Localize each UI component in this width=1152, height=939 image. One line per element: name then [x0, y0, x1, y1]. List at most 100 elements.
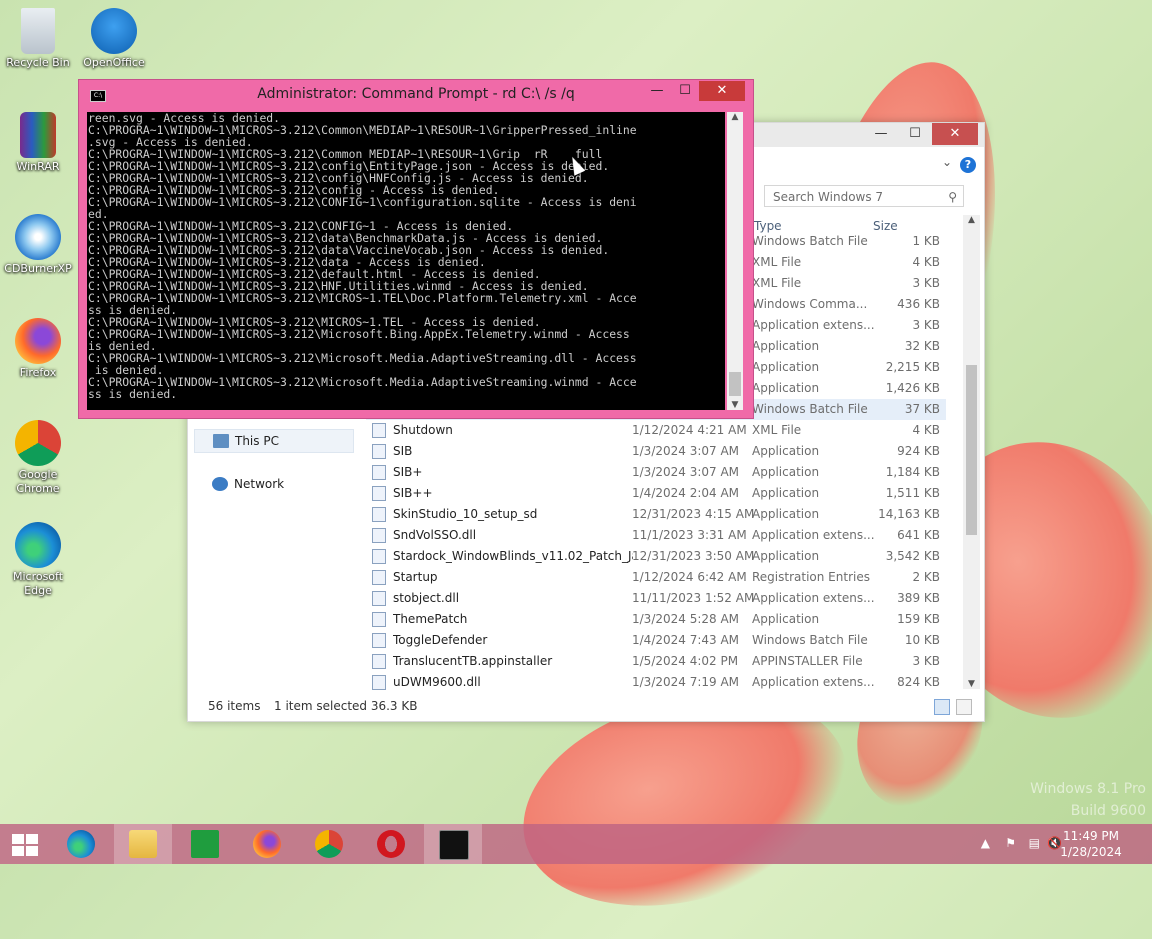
file-icon	[372, 549, 386, 564]
start-button[interactable]	[0, 824, 58, 864]
file-type: Application	[752, 507, 820, 521]
table-row[interactable]: Stardock_WindowBlinds_v11.02_Patch_Ja...…	[366, 546, 946, 567]
file-type: Application extens...	[752, 318, 875, 332]
tray-overflow-chevron-icon[interactable]: ▲	[981, 836, 990, 850]
file-size: 3 KB	[912, 318, 940, 332]
scroll-down-icon[interactable]: ▼	[727, 400, 743, 410]
file-date: 1/3/2024 3:07 AM	[632, 444, 740, 458]
large-icons-view-icon[interactable]	[956, 699, 972, 715]
table-row[interactable]: ThemePatch 1/3/2024 5:28 AM Application 159…	[366, 609, 946, 630]
desktop-icon-google-chrome[interactable]: Google Chrome	[1, 420, 75, 496]
taskbar-command-prompt[interactable]	[424, 824, 482, 864]
cmd-scrollbar[interactable]: ▲ ▼	[727, 112, 743, 410]
details-view-icon[interactable]	[934, 699, 950, 715]
taskbar-opera[interactable]	[362, 824, 420, 864]
taskbar-clock[interactable]: 11:49 PM 1/28/2024	[1056, 828, 1126, 860]
edge-icon	[67, 830, 95, 858]
file-date: 1/3/2024 5:28 AM	[632, 612, 740, 626]
navigation-pane: This PC Network	[194, 429, 354, 515]
scrollbar-thumb[interactable]	[729, 372, 741, 396]
file-size: 1,511 KB	[885, 486, 940, 500]
search-icon: ⚲	[948, 190, 957, 204]
watermark-edition: Windows 8.1 Pro	[1030, 781, 1146, 797]
file-size: 4 KB	[912, 423, 940, 437]
desktop-icon-winrar[interactable]: WinRAR	[1, 112, 75, 174]
firefox-icon	[253, 830, 281, 858]
cmd-minimize-button[interactable]: —	[643, 81, 671, 101]
file-icon	[372, 633, 386, 648]
taskbar-edge[interactable]	[52, 824, 110, 864]
action-center-flag-icon[interactable]: ⚑	[1005, 836, 1016, 850]
file-name: stobject.dll	[393, 591, 460, 605]
table-row[interactable]: SkinStudio_10_setup_sd 12/31/2023 4:15 AM…	[366, 504, 946, 525]
table-row[interactable]: Startup 1/12/2024 6:42 AM Registration Ent…	[366, 567, 946, 588]
file-icon	[372, 423, 386, 438]
table-row[interactable]: TranslucentTB.appinstaller 1/5/2024 4:02 …	[366, 651, 946, 672]
taskbar-chrome[interactable]	[300, 824, 358, 864]
status-bar: 56 items 1 item selected 36.3 KB	[188, 691, 984, 721]
file-date: 1/12/2024 6:42 AM	[632, 570, 747, 584]
desktop-icon-firefox[interactable]: Firefox	[1, 318, 75, 380]
file-size: 37 KB	[904, 402, 940, 416]
table-row[interactable]: SndVolSSO.dll 11/1/2023 3:31 AM Applicatio…	[366, 525, 946, 546]
cdburnerxp-icon	[15, 214, 61, 260]
file-list-scrollbar[interactable]: ▲ ▼	[963, 215, 980, 689]
clock-time: 11:49 PM	[1063, 829, 1119, 843]
computer-icon	[213, 434, 229, 448]
table-row[interactable]: SIB+ 1/3/2024 3:07 AM Application 1,184 KB	[366, 462, 946, 483]
scroll-down-icon[interactable]: ▼	[963, 679, 980, 689]
file-size: 3 KB	[912, 276, 940, 290]
edge-icon	[15, 522, 61, 568]
taskbar-firefox[interactable]	[238, 824, 296, 864]
store-icon	[191, 830, 219, 858]
nav-item-network[interactable]: Network	[194, 473, 354, 495]
cmd-maximize-button[interactable]: ☐	[671, 81, 699, 101]
table-row[interactable]: Shutdown 1/12/2024 4:21 AM XML File 4 KB	[366, 420, 946, 441]
file-name: TranslucentTB.appinstaller	[393, 654, 553, 668]
desktop-icon-cdburnerxp[interactable]: CDBurnerXP	[1, 214, 75, 276]
cmd-window[interactable]: C:\ Administrator: Command Prompt - rd C…	[78, 79, 754, 419]
file-type: Registration Entries	[752, 570, 870, 584]
taskbar-store[interactable]	[176, 824, 234, 864]
desktop-icon-microsoft-edge[interactable]: Microsoft Edge	[1, 522, 75, 598]
minimize-button[interactable]: —	[864, 123, 898, 145]
watermark-build: Build 9600	[1070, 803, 1146, 819]
cmd-close-button[interactable]: ✕	[699, 81, 745, 101]
file-icon	[372, 570, 386, 585]
table-row[interactable]: SIB++ 1/4/2024 2:04 AM Application 1,511 KB	[366, 483, 946, 504]
taskbar-file-explorer[interactable]	[114, 824, 172, 864]
desktop-icon-openoffice[interactable]: OpenOffice	[77, 8, 151, 70]
clock-date: 1/28/2024	[1060, 845, 1122, 859]
network-tray-icon[interactable]: ▤	[1029, 836, 1040, 850]
file-type: Application extens...	[752, 591, 875, 605]
file-icon	[372, 465, 386, 480]
table-row[interactable]: SIB 1/3/2024 3:07 AM Application 924 KB	[366, 441, 946, 462]
file-type: XML File	[752, 276, 802, 290]
recycle-bin-icon	[21, 8, 55, 54]
table-row[interactable]: uDWM9600.dll 1/3/2024 7:19 AM Application …	[366, 672, 946, 693]
search-input[interactable]: Search Windows 7 ⚲	[764, 185, 964, 207]
table-row[interactable]: ToggleDefender 1/4/2024 7:43 AM Windows Ba…	[366, 630, 946, 651]
file-date: 12/31/2023 4:15 AM	[632, 507, 755, 521]
desktop-icon-recycle-bin[interactable]: Recycle Bin	[1, 8, 75, 70]
scroll-up-icon[interactable]: ▲	[727, 112, 743, 122]
file-type: Application	[752, 486, 820, 500]
console-line: C:\PROGRA~1\WINDOW~1\MICROS~3.212\Micros…	[88, 327, 630, 341]
network-icon	[212, 477, 228, 491]
close-button[interactable]: ✕	[932, 123, 978, 145]
scroll-up-icon[interactable]: ▲	[963, 215, 980, 225]
chevron-down-icon[interactable]: ⌄	[942, 155, 952, 169]
file-name: SkinStudio_10_setup_sd	[393, 507, 538, 521]
file-size: 824 KB	[897, 675, 940, 689]
desktop-icon-label: Google Chrome	[16, 468, 60, 495]
help-icon[interactable]: ?	[960, 157, 976, 173]
file-size: 2,215 KB	[885, 360, 940, 374]
file-size: 436 KB	[897, 297, 940, 311]
nav-item-this-pc[interactable]: This PC	[194, 429, 354, 453]
scrollbar-thumb[interactable]	[966, 365, 977, 535]
table-row[interactable]: stobject.dll 11/11/2023 1:52 AM Applicatio…	[366, 588, 946, 609]
cmd-console-output[interactable]: reen.svg - Access is denied. C:\PROGRA~1\…	[87, 112, 725, 410]
console-line: ss is denied.	[88, 387, 178, 401]
cmd-titlebar[interactable]: C:\ Administrator: Command Prompt - rd C…	[79, 80, 753, 110]
maximize-button[interactable]: ☐	[898, 123, 932, 145]
